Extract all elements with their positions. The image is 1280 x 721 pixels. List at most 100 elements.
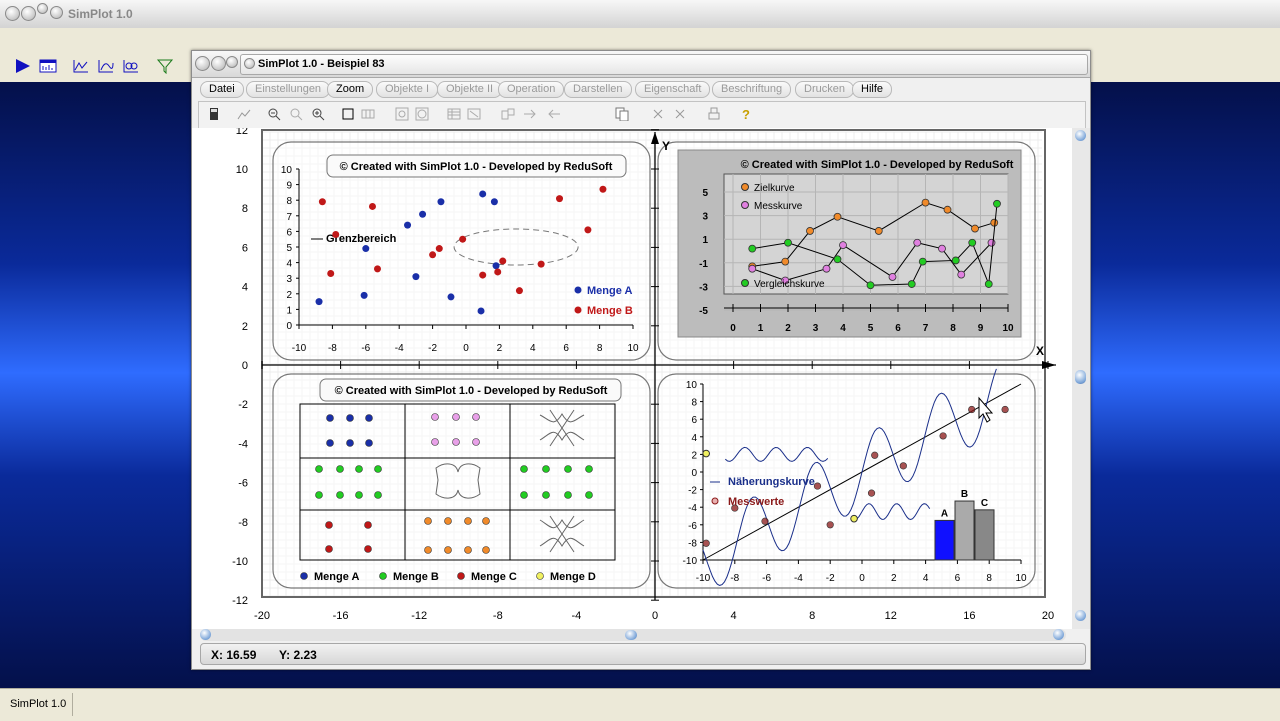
menu-eigenschaft[interactable]: Eigenschaft bbox=[635, 81, 711, 98]
tl-y-tick-label: 2 bbox=[286, 290, 292, 301]
scroll-h-thumb[interactable] bbox=[625, 630, 637, 640]
maximize-dot-icon[interactable] bbox=[37, 3, 48, 14]
line-graph-icon[interactable] bbox=[72, 58, 90, 74]
br-y-tick-label: -4 bbox=[688, 503, 697, 514]
window-menu-dot-icon[interactable] bbox=[244, 58, 255, 69]
br-x-tick-label: -10 bbox=[696, 573, 711, 584]
cut-icon[interactable] bbox=[651, 107, 665, 121]
br-yellow-point bbox=[702, 449, 710, 458]
menu-objekte-ii[interactable]: Objekte II bbox=[437, 81, 503, 98]
menu-einstellungen[interactable]: Einstellungen bbox=[246, 81, 331, 98]
filter-icon[interactable] bbox=[156, 58, 174, 74]
main-y-tick-label: 8 bbox=[242, 203, 248, 215]
tr-legend-vergleich: Vergleichskurve bbox=[754, 279, 825, 290]
menu-datei[interactable]: Datei bbox=[200, 81, 244, 98]
main-y-tick-label: 0 bbox=[242, 360, 248, 372]
taskbar-app-label[interactable]: SimPlot 1.0 bbox=[4, 693, 74, 716]
main-x-tick-label: -20 bbox=[254, 610, 270, 622]
menu-beschriftung[interactable]: Beschriftung bbox=[712, 81, 792, 98]
main-y-tick-label: 6 bbox=[242, 242, 248, 254]
zoom-out-icon[interactable] bbox=[267, 107, 281, 121]
scroll-right-icon[interactable] bbox=[1053, 629, 1064, 640]
zoom-icon[interactable] bbox=[289, 107, 303, 121]
arrange-icon[interactable] bbox=[501, 107, 515, 121]
square-icon[interactable] bbox=[341, 107, 355, 121]
grid-icon[interactable] bbox=[361, 107, 375, 121]
function-graph-icon[interactable] bbox=[122, 58, 140, 74]
tl-x-tick-label: -10 bbox=[292, 343, 307, 354]
menu-hilfe[interactable]: Hilfe bbox=[852, 81, 893, 98]
main-x-tick-label: -16 bbox=[333, 610, 349, 622]
window-close-dot-icon[interactable] bbox=[195, 56, 210, 71]
circle2-icon[interactable] bbox=[415, 107, 429, 121]
menu-operation[interactable]: Operation bbox=[498, 81, 565, 98]
menu-dot-icon[interactable] bbox=[50, 6, 63, 19]
scroll-thumb[interactable] bbox=[1075, 370, 1086, 384]
br-messwert-point bbox=[899, 462, 907, 470]
close-dot-icon[interactable] bbox=[5, 6, 20, 21]
table2-icon[interactable] bbox=[467, 107, 481, 121]
tr-x-tick-label: 7 bbox=[923, 323, 929, 334]
tr-zielkurve-point bbox=[833, 212, 842, 221]
tr-vergleichskurve-point bbox=[993, 199, 1001, 208]
tl-x-tick-label: 2 bbox=[497, 343, 503, 354]
table-icon[interactable] bbox=[447, 107, 461, 121]
chart-window-icon[interactable] bbox=[39, 58, 57, 74]
window-maximize-dot-icon[interactable] bbox=[226, 56, 238, 68]
menu-drucken[interactable]: Drucken bbox=[795, 81, 854, 98]
tr-x-tick-label: 2 bbox=[785, 323, 791, 334]
status-y: Y: 2.23 bbox=[279, 648, 317, 662]
tr-legend-ziel: Zielkurve bbox=[754, 183, 795, 194]
calculator-icon[interactable] bbox=[207, 107, 221, 121]
tr-messkurve-point bbox=[888, 273, 897, 281]
vertical-scrollbar[interactable] bbox=[1072, 128, 1090, 629]
help-icon[interactable]: ? bbox=[739, 107, 753, 121]
circle-icon[interactable] bbox=[395, 107, 409, 121]
tr-vergleichskurve-point bbox=[907, 280, 916, 288]
tl-x-tick-label: 6 bbox=[563, 343, 569, 354]
br-x-tick-label: -6 bbox=[762, 573, 771, 584]
window-toolbar: ? bbox=[198, 101, 1086, 129]
point-graph-icon[interactable] bbox=[97, 58, 115, 74]
br-x-tick-label: -2 bbox=[826, 573, 835, 584]
tr-zielkurve-point bbox=[971, 224, 979, 233]
tl-point-menge-a bbox=[492, 262, 500, 270]
tr-x-tick-label: 0 bbox=[730, 323, 736, 334]
zoom-in-icon[interactable] bbox=[311, 107, 325, 121]
menu-zoom[interactable]: Zoom bbox=[327, 81, 374, 98]
tl-point-menge-b bbox=[499, 257, 507, 265]
app-menubar bbox=[0, 28, 1280, 49]
minimize-dot-icon[interactable] bbox=[21, 6, 36, 21]
play-icon[interactable] bbox=[14, 58, 32, 74]
horizontal-scrollbar[interactable] bbox=[200, 629, 1066, 641]
svg-text:?: ? bbox=[742, 107, 750, 121]
tr-vergleichskurve-point bbox=[918, 257, 927, 266]
cut2-icon[interactable] bbox=[673, 107, 687, 121]
panel-frame bbox=[272, 373, 651, 589]
scroll-up-icon[interactable] bbox=[1075, 130, 1086, 141]
tl-y-tick-label: 8 bbox=[286, 196, 292, 207]
scroll-down-icon[interactable] bbox=[1075, 610, 1086, 621]
arrow-right-icon[interactable] bbox=[523, 107, 537, 121]
tl-point-menge-b bbox=[556, 195, 564, 203]
bl-dot-pink bbox=[431, 438, 439, 446]
print-icon[interactable] bbox=[707, 107, 721, 121]
main-x-tick-label: 12 bbox=[885, 610, 897, 622]
tr-x-tick-label: 5 bbox=[868, 323, 874, 334]
br-messwert-point bbox=[867, 489, 876, 497]
menu-objekte-i[interactable]: Objekte I bbox=[376, 81, 439, 98]
arrow-left-icon[interactable] bbox=[547, 107, 561, 121]
tl-legend-menge-b: Menge B bbox=[587, 305, 633, 317]
menu-darstellen[interactable]: Darstellen bbox=[564, 81, 632, 98]
plot-canvas-area[interactable]: X Y -20 -16 -12 -8 -4 0 4 8 12 16 20 12 10 8 6 4 2 0 -2 -4 -6-… bbox=[192, 125, 1072, 629]
bl-dot-orange bbox=[464, 517, 472, 525]
main-y-tick-label: 10 bbox=[236, 164, 248, 176]
scroll-left-icon[interactable] bbox=[200, 629, 211, 640]
window-minimize-dot-icon[interactable] bbox=[211, 56, 226, 71]
tl-point-menge-a bbox=[360, 291, 368, 299]
br-x-tick-label: 8 bbox=[986, 573, 992, 584]
copy-icon[interactable] bbox=[615, 107, 629, 121]
bl-dot-menge-b bbox=[520, 465, 528, 473]
graph-icon[interactable] bbox=[237, 107, 251, 121]
br-y-tick-label: 8 bbox=[691, 398, 697, 409]
